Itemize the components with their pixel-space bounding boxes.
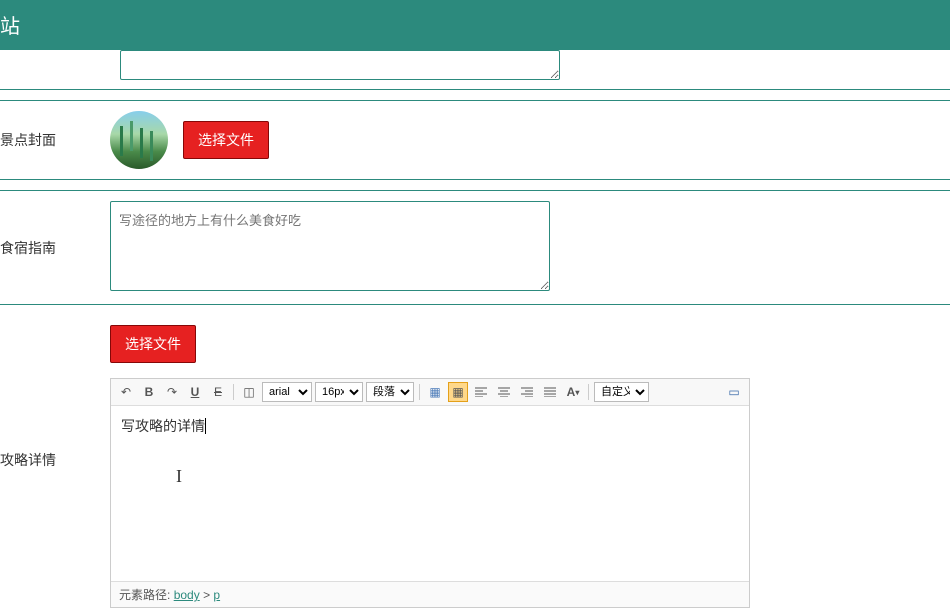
guide-label: 食宿指南 <box>0 238 100 258</box>
fontcolor-button[interactable]: A▾ <box>563 382 583 402</box>
alignjustify-button[interactable] <box>540 382 560 402</box>
row-guide: 食宿指南 <box>0 190 950 305</box>
font-select[interactable]: arial <box>262 382 312 402</box>
paragraph-select[interactable]: 段落 <box>366 382 414 402</box>
separator <box>588 384 589 400</box>
aligncenter-button[interactable] <box>494 382 514 402</box>
cover-upload-button[interactable]: 选择文件 <box>183 121 269 159</box>
editor-text: 写攻略的详情 <box>121 418 206 434</box>
element-path: 元素路径: body > p <box>111 581 749 607</box>
text-cursor-icon: I <box>176 466 794 487</box>
fullscreen-button[interactable]: ▭ <box>724 382 744 402</box>
bgfill-button[interactable]: ▦ <box>448 382 468 402</box>
path-body[interactable]: body <box>174 588 200 602</box>
row-unknown-top <box>0 49 950 90</box>
guide-textarea[interactable] <box>110 201 550 291</box>
customtitle-select[interactable]: 自定义标题 <box>594 382 649 402</box>
row-cover: 景点封面 选择文件 <box>0 100 950 180</box>
redo-button[interactable]: ↷ <box>162 382 182 402</box>
editor-toolbar: ↶ B ↷ U E ◫ arial 16px 段落 ▦ ▦ A▾ 自定义标题 <box>111 379 749 406</box>
table-button[interactable]: ▦ <box>425 382 445 402</box>
rich-editor: ↶ B ↷ U E ◫ arial 16px 段落 ▦ ▦ A▾ 自定义标题 <box>110 378 750 608</box>
header-title: 站 <box>0 16 20 38</box>
removeformat-button[interactable]: ◫ <box>239 382 259 402</box>
separator <box>233 384 234 400</box>
strikethrough-button[interactable]: E <box>208 382 228 402</box>
cover-thumbnail <box>110 111 168 169</box>
detail-label: 攻略详情 <box>0 315 100 608</box>
fontsize-select[interactable]: 16px <box>315 382 363 402</box>
editor-content[interactable]: 写攻略的详情 I <box>111 406 749 581</box>
path-label: 元素路径: <box>119 588 170 602</box>
row-detail: 攻略详情 选择文件 ↶ B ↷ U E ◫ arial 16px 段落 ▦ ▦ <box>0 315 950 608</box>
bold-button[interactable]: B <box>139 382 159 402</box>
cover-label: 景点封面 <box>0 130 100 150</box>
alignleft-button[interactable] <box>471 382 491 402</box>
top-textarea[interactable] <box>120 50 560 80</box>
underline-button[interactable]: U <box>185 382 205 402</box>
undo-button[interactable]: ↶ <box>116 382 136 402</box>
path-p[interactable]: p <box>213 588 220 602</box>
alignright-button[interactable] <box>517 382 537 402</box>
separator <box>419 384 420 400</box>
detail-upload-button[interactable]: 选择文件 <box>110 325 196 363</box>
page-header: 站 <box>0 0 950 49</box>
